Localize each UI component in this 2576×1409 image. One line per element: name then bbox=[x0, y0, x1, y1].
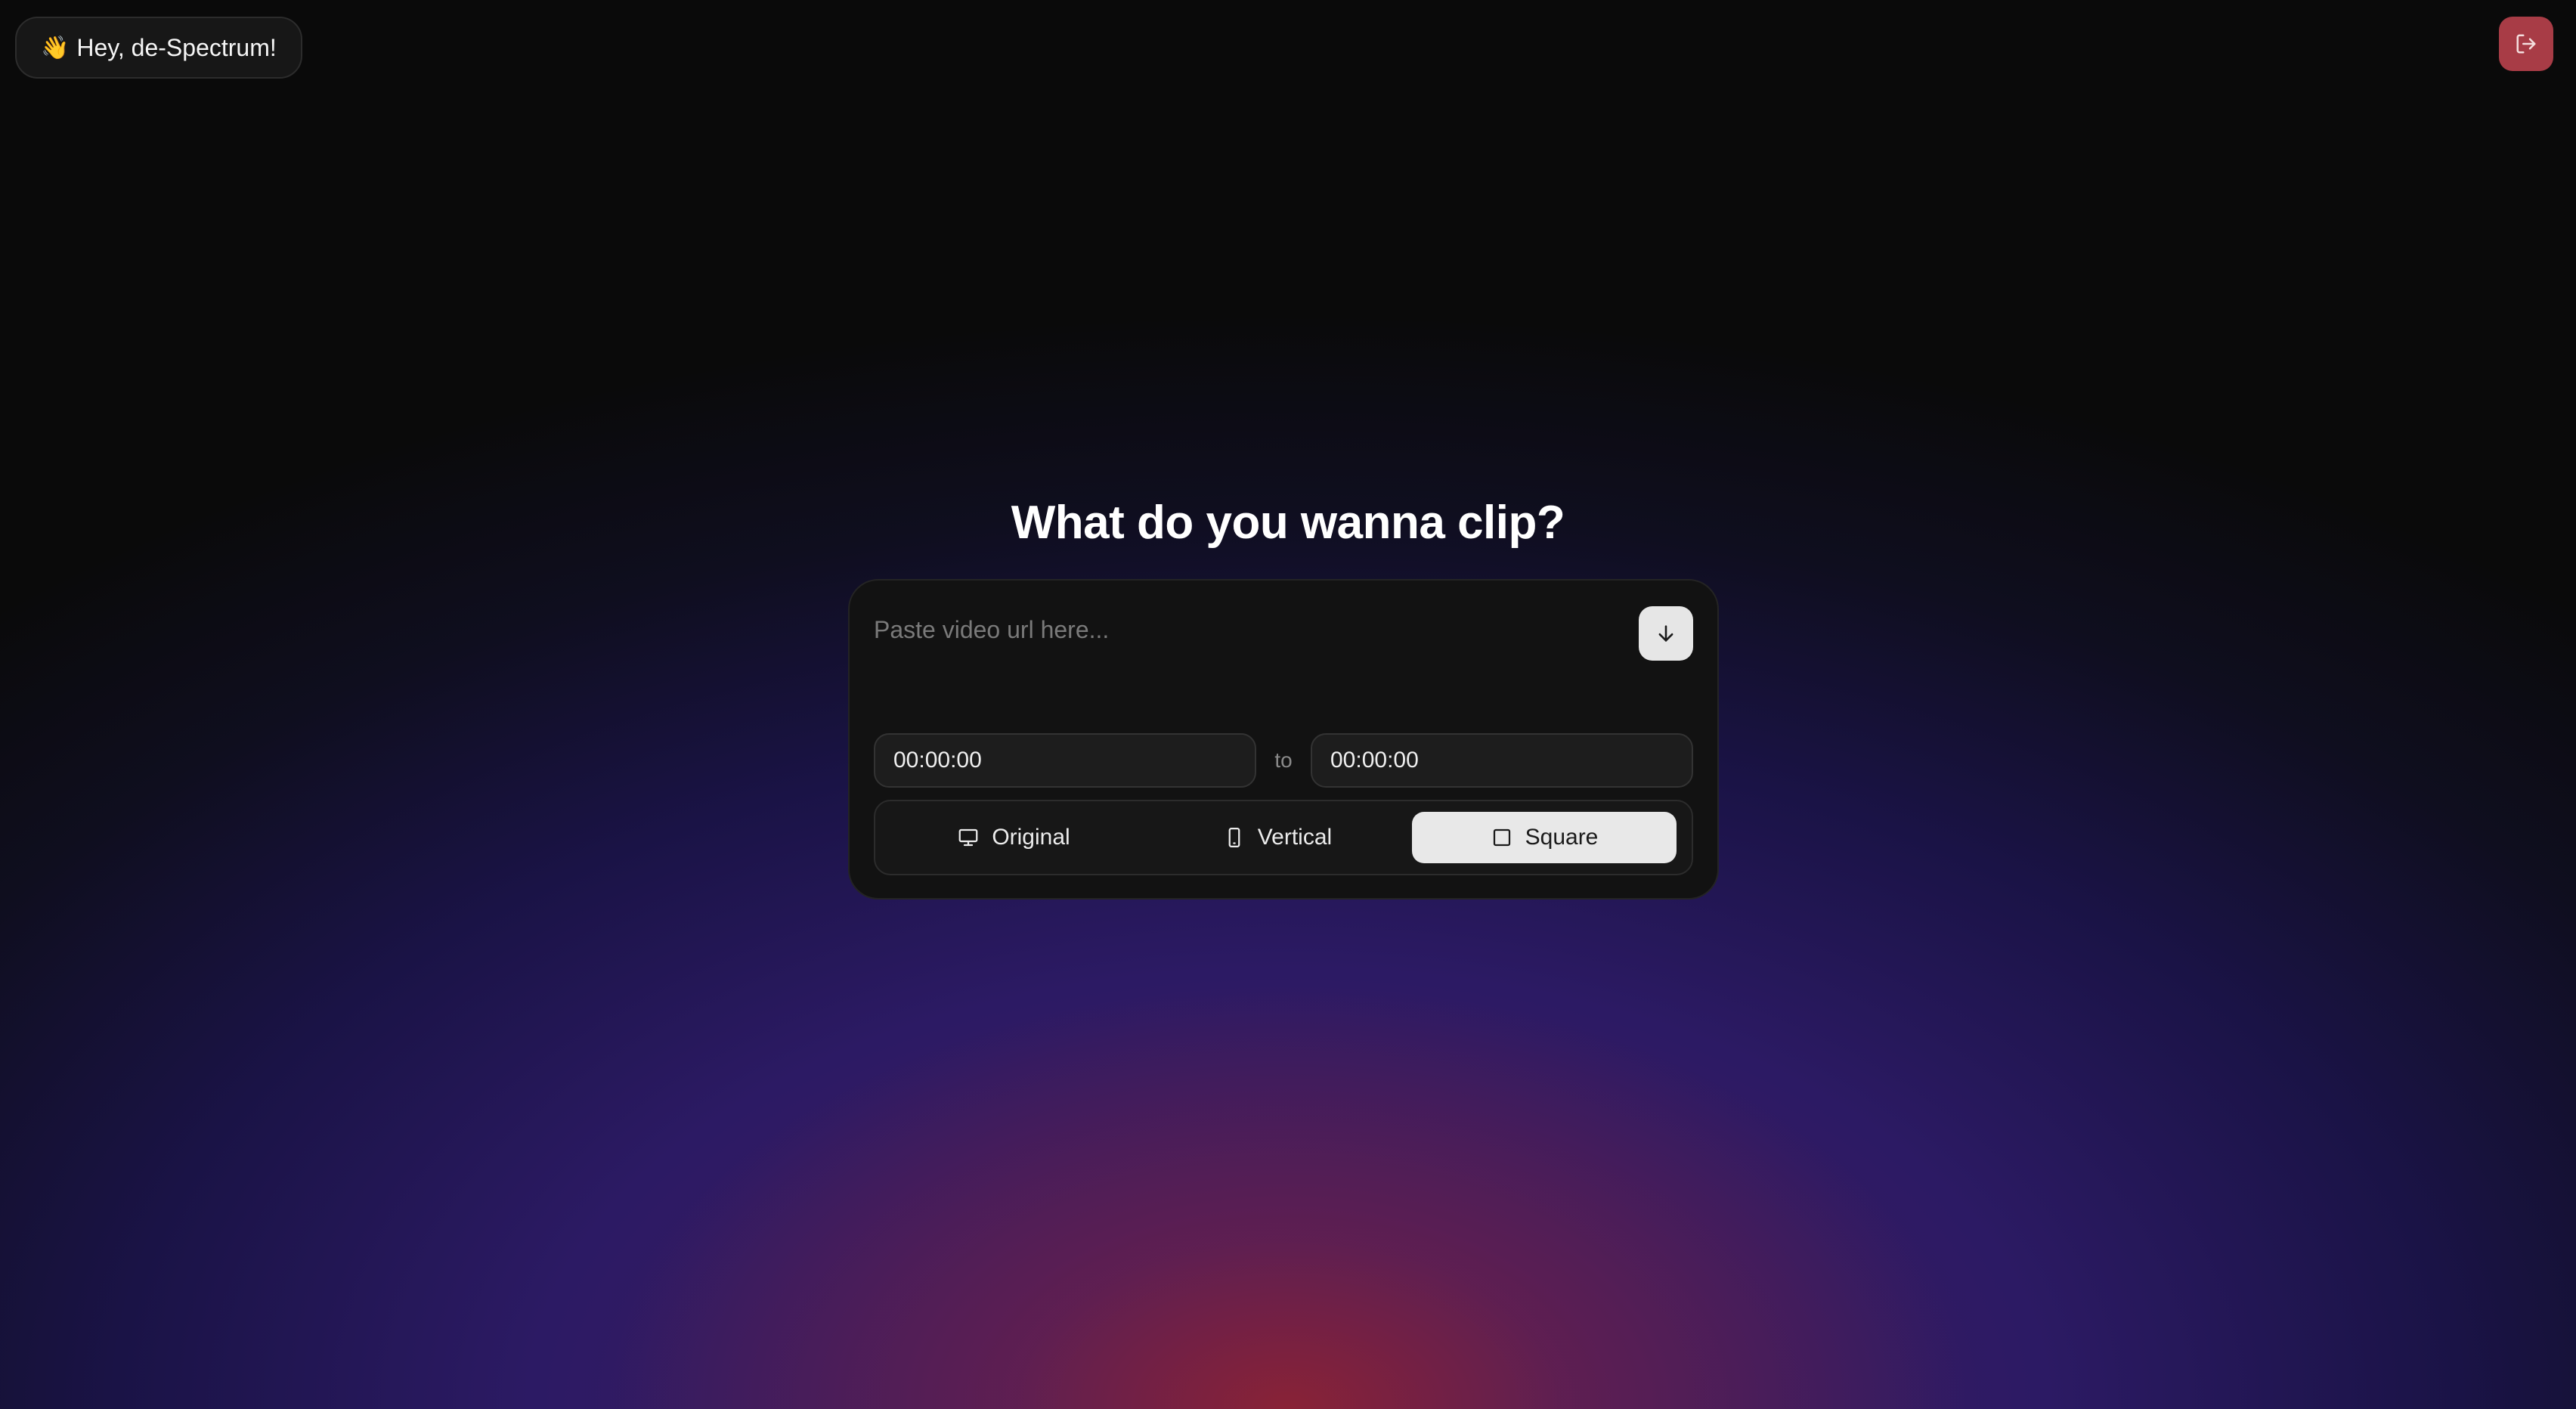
format-original-button[interactable]: Original bbox=[881, 812, 1146, 863]
time-range: to bbox=[874, 733, 1693, 788]
arrow-down-icon bbox=[1655, 623, 1677, 644]
page-title: What do you wanna clip? bbox=[1011, 497, 1565, 549]
start-time-input[interactable] bbox=[874, 733, 1256, 788]
time-separator-label: to bbox=[1274, 748, 1293, 772]
greeting-badge: 👋 Hey, de-Spectrum! bbox=[15, 17, 302, 79]
logout-icon bbox=[2515, 33, 2537, 55]
end-time-input[interactable] bbox=[1311, 733, 1693, 788]
video-url-input[interactable] bbox=[874, 611, 1615, 649]
submit-button[interactable] bbox=[1639, 606, 1693, 661]
logout-button[interactable] bbox=[2499, 17, 2553, 71]
format-square-button[interactable]: Square bbox=[1412, 812, 1677, 863]
format-original-label: Original bbox=[992, 825, 1070, 850]
monitor-icon bbox=[957, 826, 992, 849]
square-icon bbox=[1491, 826, 1525, 849]
format-square-label: Square bbox=[1525, 825, 1599, 850]
greeting-text: Hey, de-Spectrum! bbox=[76, 33, 277, 61]
format-vertical-button[interactable]: Vertical bbox=[1145, 812, 1410, 863]
format-vertical-label: Vertical bbox=[1257, 825, 1333, 850]
aspect-ratio-selector: Original Vertical Square bbox=[874, 800, 1693, 875]
wave-emoji-icon: 👋 bbox=[41, 34, 70, 61]
phone-icon bbox=[1223, 826, 1258, 849]
clip-form-card: to Original Vertical bbox=[848, 579, 1719, 900]
